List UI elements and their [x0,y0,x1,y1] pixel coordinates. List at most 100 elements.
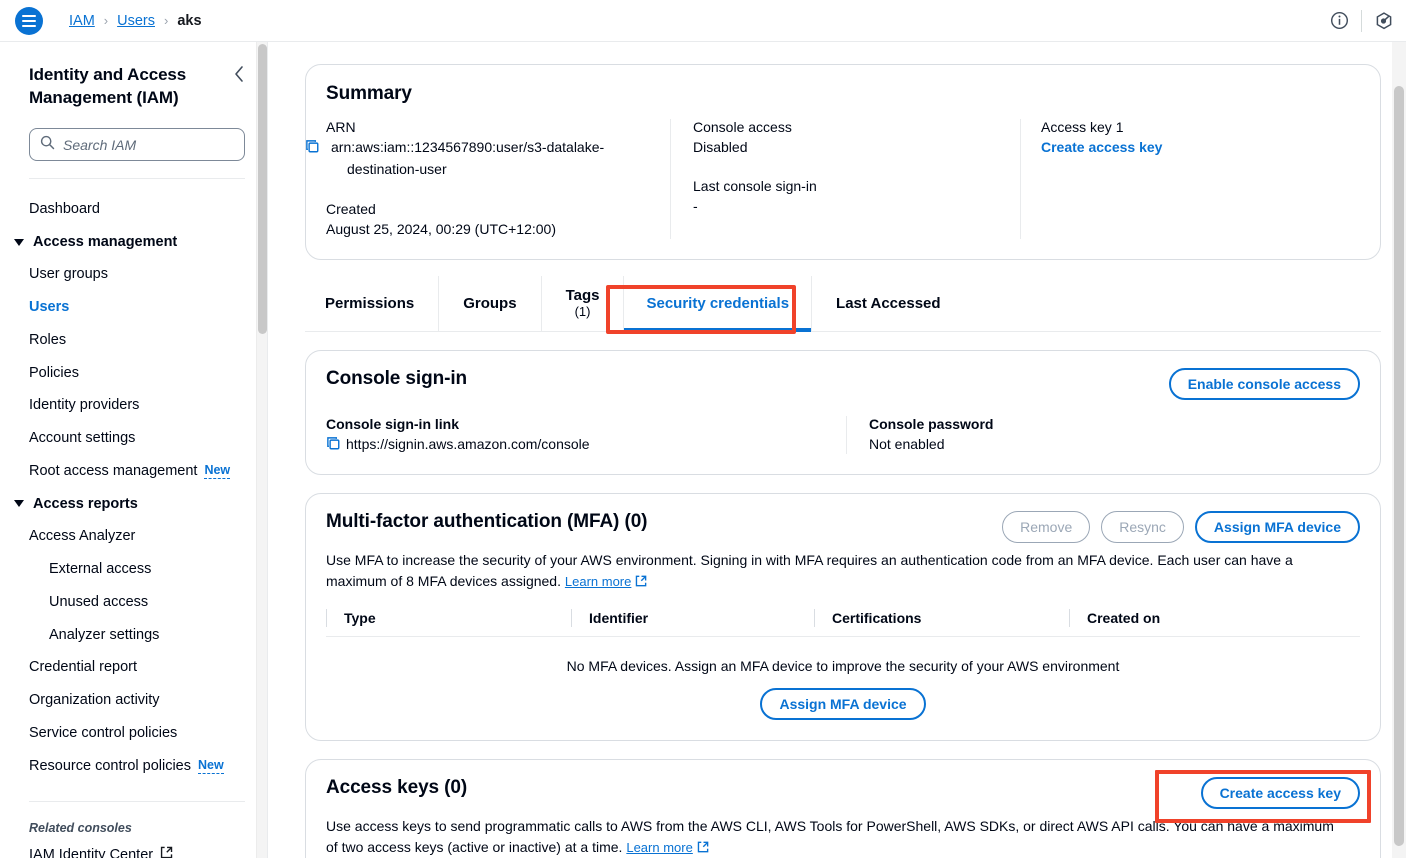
sidebar-item-resource-control-policies[interactable]: Resource control policies New [0,750,267,783]
tab-security-credentials[interactable]: Security credentials [623,275,811,332]
tab-count: (1) [574,304,591,320]
breadcrumb-item-iam[interactable]: IAM [69,13,95,29]
console-access-value: Disabled [693,139,748,155]
copy-icon[interactable] [326,436,341,454]
tab-label: Permissions [325,294,415,312]
sidebar-item-external-access[interactable]: External access [0,553,267,586]
top-bar: IAM › Users › aks [0,0,1406,42]
sidebar-item-dashboard[interactable]: Dashboard [0,193,267,226]
external-link-icon [160,846,173,858]
breadcrumb-separator: › [103,13,109,28]
create-access-key-button[interactable]: Create access key [1200,777,1360,810]
sidebar-item-policies[interactable]: Policies [0,357,267,390]
summary-column-console: Console access Disabled Last console sig… [670,119,1020,239]
access-keys-learn-more-link[interactable]: Learn more [626,838,692,858]
sidebar-group-access-reports[interactable]: Access reports [0,488,267,520]
console-password-block: Console password Not enabled [846,415,1360,454]
sidebar-item-organization-activity[interactable]: Organization activity [0,684,267,717]
tab-groups[interactable]: Groups [438,275,540,331]
console-signin-card: Console sign-in Enable console access Co… [305,349,1381,475]
sidebar-item-service-control-policies[interactable]: Service control policies [0,717,267,750]
top-bar-actions [1317,0,1406,41]
breadcrumb-separator: › [164,13,169,28]
sidebar-item-credential-report[interactable]: Credential report [0,651,267,684]
sidebar-item-roles[interactable]: Roles [0,324,267,357]
assign-mfa-device-empty-button[interactable]: Assign MFA device [760,688,926,721]
tab-tags[interactable]: Tags (1) [540,275,624,331]
breadcrumb-item-current: aks [177,12,202,29]
sidebar-item-root-access-management[interactable]: Root access management New [0,455,267,488]
sidebar-item-label: Roles [29,331,67,348]
assign-mfa-device-button[interactable]: Assign MFA device [1194,510,1360,543]
sidebar-item-label: Credential report [29,659,137,676]
remove-button[interactable]: Remove [1002,510,1091,543]
search-input[interactable] [63,136,234,153]
resync-button[interactable]: Resync [1101,510,1184,543]
sidebar-item-account-settings[interactable]: Account settings [0,422,267,455]
sidebar-item-label: Users [29,298,70,315]
sidebar-item-label: Resource control policies [29,757,191,774]
created-value: August 25, 2024, 00:29 (UTC+12:00) [326,220,556,237]
tab-label: Tags [565,287,600,305]
summary-column-access-key: Access key 1 Create access key [1020,119,1360,239]
hamburger-menu-icon[interactable] [15,6,43,35]
mfa-card: Multi-factor authentication (MFA) (0) Re… [305,492,1381,742]
tab-label: Groups [463,294,517,312]
console-signin-link-value: https://signin.aws.amazon.com/console [346,435,590,452]
support-hexagon-icon[interactable] [1362,0,1406,42]
sidebar-group-label: Access management [33,234,178,251]
new-badge[interactable]: New [204,463,231,479]
column-header-type: Type [326,609,571,628]
created-label: Created [326,200,376,217]
sidebar-item-users[interactable]: Users [0,291,267,324]
caret-down-icon [14,500,24,508]
sidebar-item-unused-access[interactable]: Unused access [0,586,267,619]
info-circle-icon[interactable] [1317,0,1361,42]
sidebar-title: Identity and Access Management (IAM) [29,65,187,107]
console-signin-link-block: Console sign-in link https://signin.aws.… [326,416,846,454]
external-link-icon [697,837,709,858]
tab-last-accessed[interactable]: Last Accessed [811,275,965,331]
search-input-wrapper[interactable] [29,128,245,162]
tab-permissions[interactable]: Permissions [305,276,438,331]
sidebar-item-access-analyzer[interactable]: Access Analyzer [0,520,267,553]
sidebar: Identity and Access Management (IAM) Das… [0,42,268,858]
create-access-key-link[interactable]: Create access key [1041,137,1342,157]
sidebar-scrollbar[interactable] [256,42,267,858]
main-content: Summary ARN arn:aws:iam::1234567890:user… [268,42,1406,858]
mfa-empty-state: No MFA devices. Assign an MFA device to … [326,637,1360,721]
last-console-signin-value: - [693,198,698,215]
sidebar-header: Identity and Access Management (IAM) [29,64,245,109]
mfa-learn-more-link[interactable]: Learn more [565,572,631,592]
chevron-left-icon[interactable] [233,64,245,86]
breadcrumb-item-users[interactable]: Users [117,13,155,29]
page-scrollbar[interactable] [1392,42,1406,858]
sidebar-item-label: Identity providers [29,397,140,414]
sidebar-group-label: Access reports [33,495,138,512]
sidebar-group-access-management[interactable]: Access management [0,226,267,258]
mfa-description: Use MFA to increase the security of your… [326,550,1311,592]
sidebar-item-user-groups[interactable]: User groups [0,258,267,291]
access-key-label: Access key 1 [1041,119,1124,135]
mfa-actions: Remove Resync Assign MFA device [1002,510,1360,543]
external-link-icon [635,571,647,592]
page-body: Identity and Access Management (IAM) Das… [0,42,1406,858]
console-password-value: Not enabled [869,435,945,452]
enable-console-access-button[interactable]: Enable console access [1168,367,1360,400]
console-signin-title: Console sign-in [326,367,468,389]
sidebar-item-identity-providers[interactable]: Identity providers [0,389,267,422]
sidebar-item-iam-identity-center[interactable]: IAM Identity Center [0,839,267,858]
sidebar-scrollbar-thumb[interactable] [258,44,267,334]
search-icon [40,135,55,155]
column-header-identifier: Identifier [571,609,814,628]
sidebar-item-label: Access Analyzer [29,527,136,544]
sidebar-item-label: Service control policies [29,725,178,742]
new-badge[interactable]: New [198,758,224,774]
last-console-signin-label: Last console sign-in [693,178,817,195]
sidebar-item-analyzer-settings[interactable]: Analyzer settings [0,619,267,652]
tab-label: Security credentials [646,294,790,312]
page-scrollbar-thumb[interactable] [1394,86,1404,846]
sidebar-item-label: Account settings [29,430,136,447]
breadcrumb: IAM › Users › aks [69,13,202,29]
sidebar-item-label: External access [49,560,152,577]
